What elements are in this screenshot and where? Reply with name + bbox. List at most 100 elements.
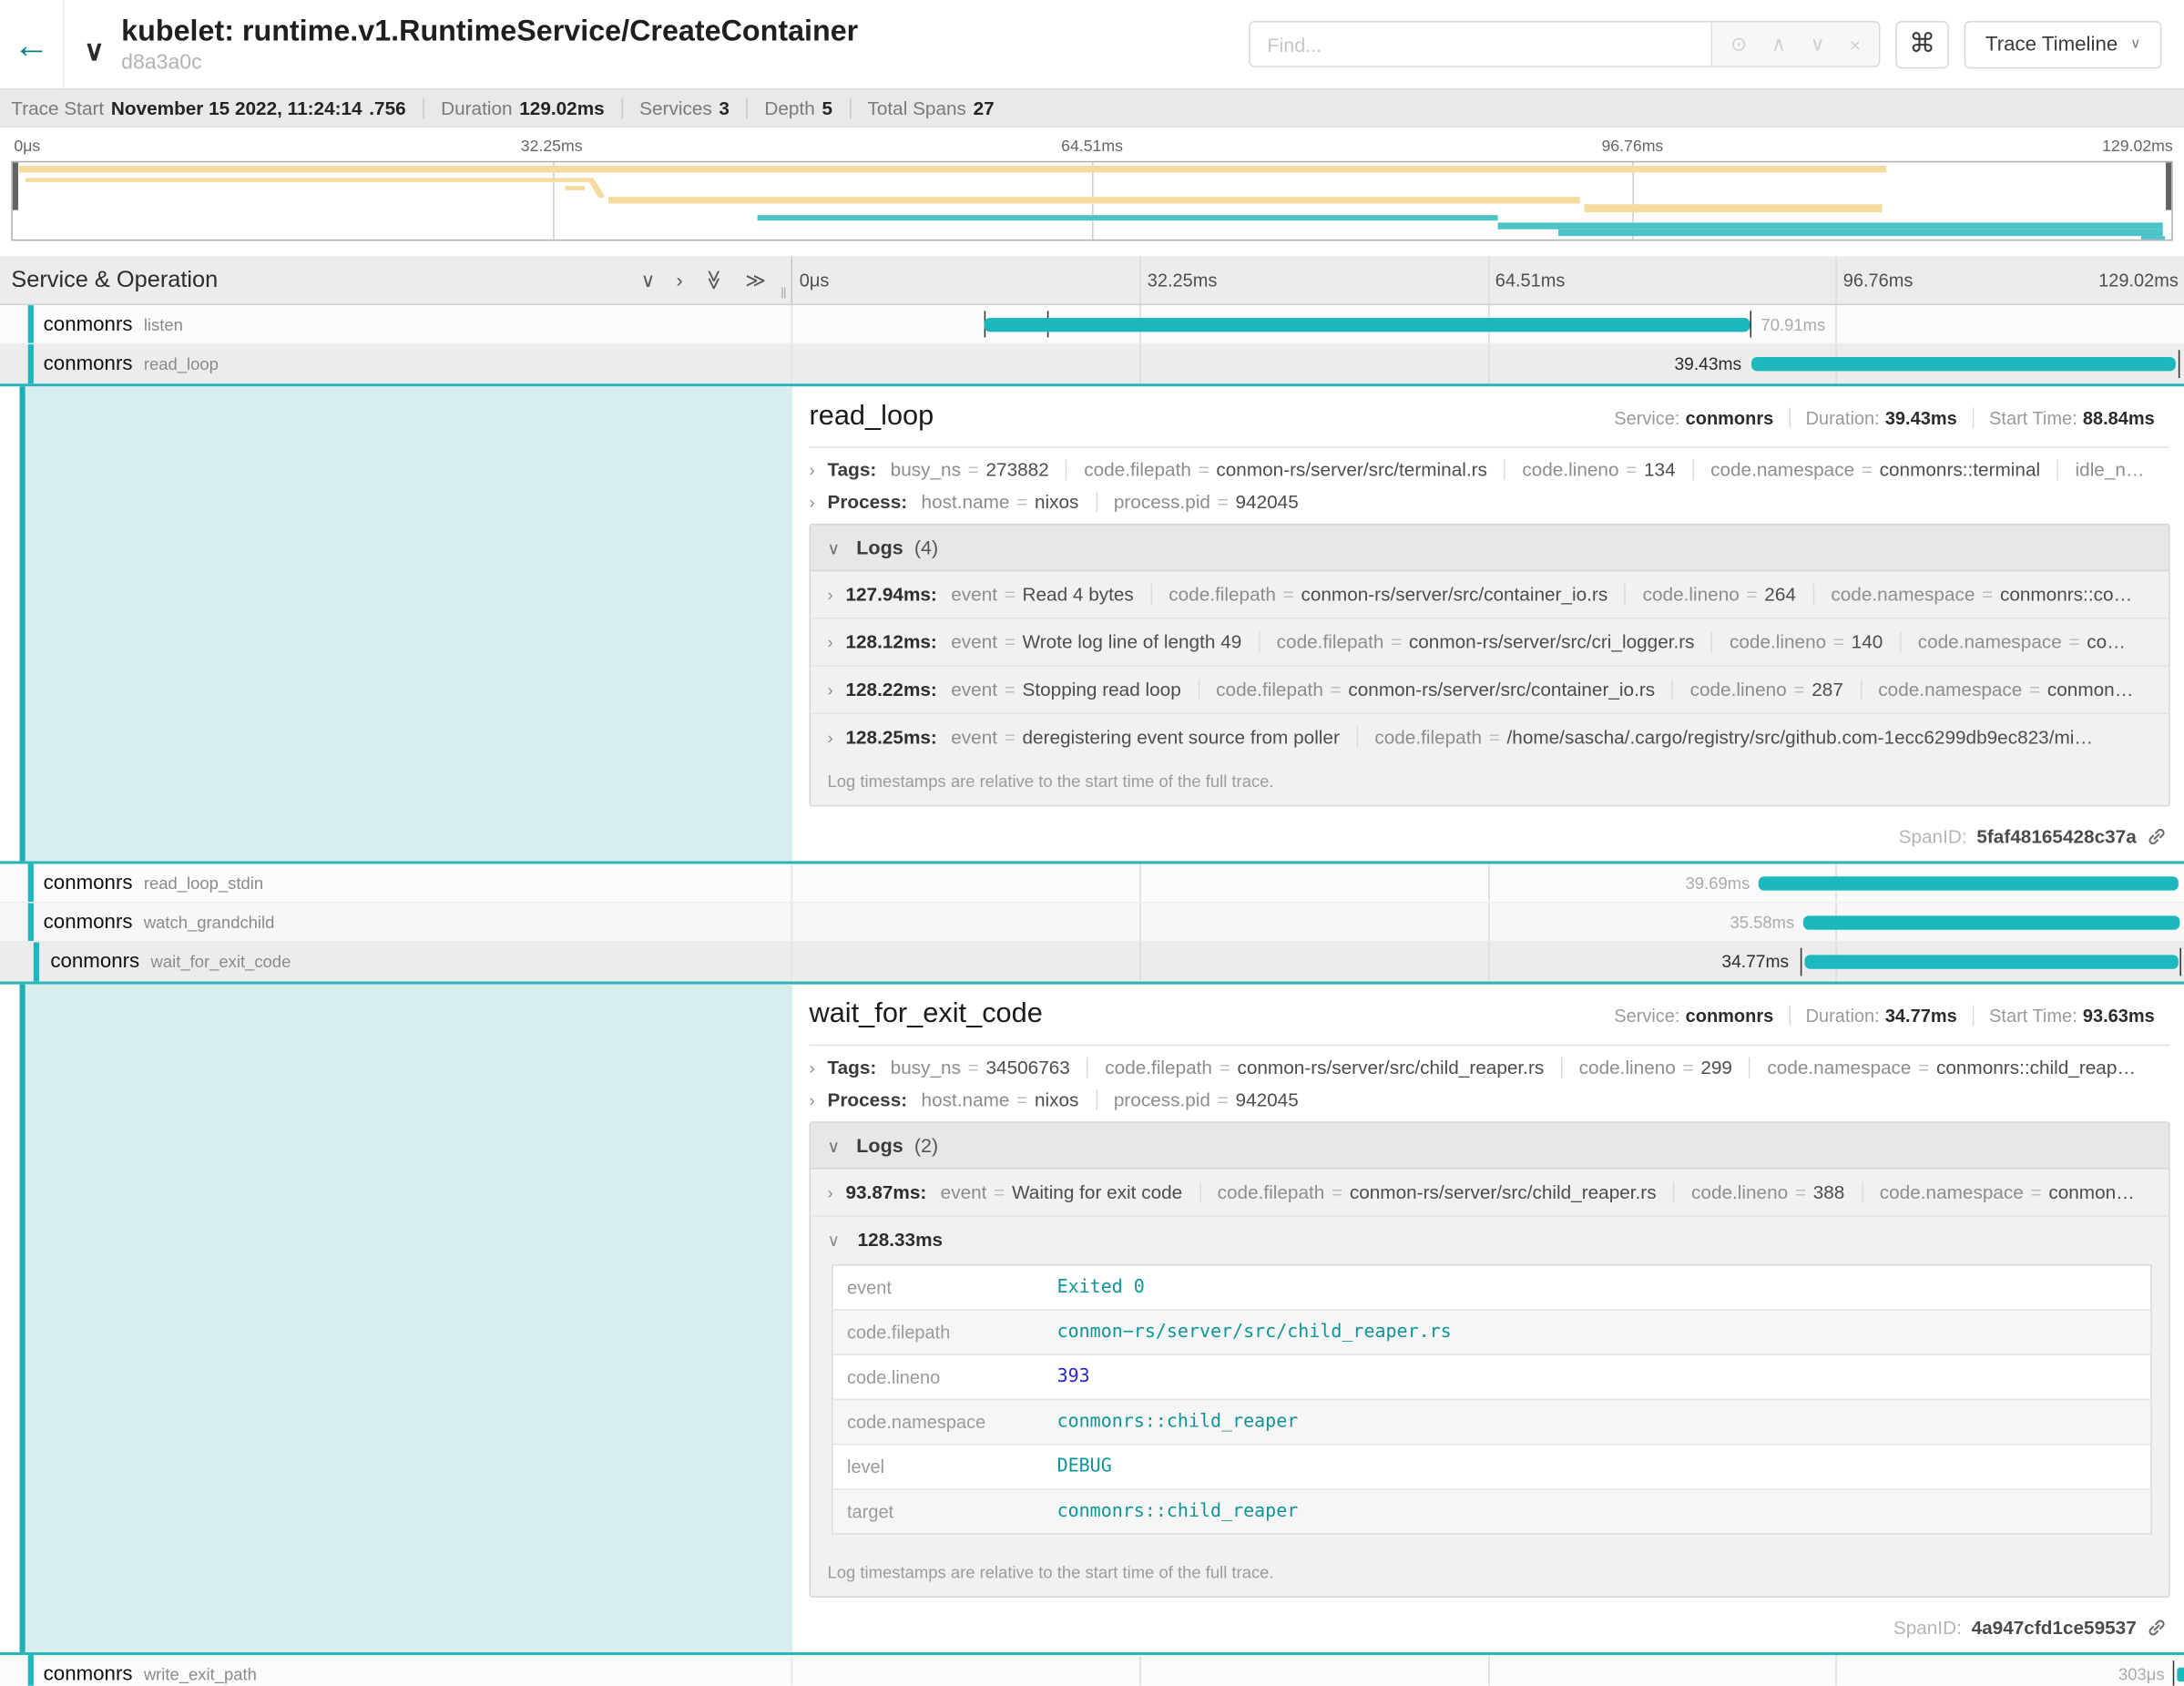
minimap-scrubber-right[interactable] [2166,162,2171,209]
span-timeline-cell: 39.43ms [792,344,2184,383]
table-row: code.filepath conmon−rs/server/src/child… [833,1309,2151,1354]
find-target-icon[interactable]: ⊙ [1730,32,1747,56]
log-entry[interactable]: › 127.94ms: eventRead 4 bytes code.filep… [811,571,2169,618]
span-name-cell[interactable]: conmonrs write_exit_path [0,1655,792,1686]
log-entry-expanded-header[interactable]: ∨ 128.33ms [811,1217,2169,1253]
log-entry[interactable]: › 128.25ms: eventderegistering event sou… [811,712,2169,760]
collapse-one-icon[interactable]: ∨ [641,271,656,291]
span-bar-write-exit-path[interactable] [2177,1667,2184,1681]
span-duration-label: 39.43ms [1674,354,1741,374]
span-duration-label: 39.69ms [1686,873,1750,893]
process-kv: host.namenixos [922,1089,1096,1110]
span-bar-watch-grandchild[interactable] [1802,915,2179,929]
trace-start: Trace StartNovember 15 2022, 11:24:14.75… [11,97,423,118]
log-entry[interactable]: › 128.12ms: eventWrote log line of lengt… [811,618,2169,665]
chevron-right-icon: › [810,492,815,512]
span-row-wait-for-exit-code: conmonrs wait_for_exit_code 34.77ms [0,943,2184,982]
expand-all-icon[interactable]: ≫ [745,271,766,291]
service-color-bar [34,943,39,982]
collapse-all-icon[interactable]: ≫ [704,270,724,291]
title-collapse-icon[interactable]: ∨ [84,34,105,68]
span-name-cell[interactable]: conmonrs watch_grandchild [0,903,792,941]
find-prev-icon[interactable]: ∧ [1771,32,1786,56]
chevron-down-icon: ∨ [827,1231,840,1251]
find-clear-icon[interactable]: × [1849,33,1861,56]
trace-total-spans: Total Spans27 [849,97,1011,118]
table-row: code.lineno 393 [833,1354,2151,1398]
span-bar-read-loop-stdin[interactable] [1758,876,2178,890]
span-timeline-cell: 70.91ms [792,305,2184,343]
deep-link-icon[interactable] [2147,1617,2168,1638]
minimap-canvas[interactable] [11,161,2172,241]
trace-page: ← ∨ kubelet: runtime.v1.RuntimeService/C… [0,0,2184,1686]
chevron-right-icon: › [810,1058,815,1078]
span-name-cell[interactable]: conmonrs read_loop [0,344,792,383]
span-timeline-cell: 39.69ms [792,863,2184,902]
detail-span-name: wait_for_exit_code [810,998,1043,1030]
tag-kv: code.namespaceconmonrs::terminal [1692,459,2056,480]
tags-row[interactable]: › Tags: busy_ns34506763 code.filepathcon… [810,1058,2170,1078]
span-name-cell[interactable]: conmonrs listen [0,305,792,343]
span-timeline-cell: 34.77ms [792,943,2184,982]
detail-tree-offset [20,985,793,1652]
chevron-right-icon: › [827,585,832,605]
service-color-bar [28,863,34,902]
span-timeline-cell: 35.58ms [792,903,2184,941]
span-bar-wait-for-exit-code[interactable] [1804,955,2179,968]
expand-one-icon[interactable]: › [676,271,682,291]
tag-kv: code.lineno134 [1504,459,1692,480]
span-row-write-exit-path: conmonrs write_exit_path 303μs [0,1655,2184,1686]
detail-meta: Service:conmonrs Duration:39.43ms Start … [1598,407,2169,428]
table-row: code.namespace conmonrs::child_reaper [833,1399,2151,1444]
detail-header: read_loop Service:conmonrs Duration:39.4… [810,398,2170,439]
column-resize-grip[interactable]: ‖ [781,286,787,302]
process-row[interactable]: › Process: host.namenixos process.pid942… [810,1089,2170,1110]
span-name-cell[interactable]: conmonrs read_loop_stdin [0,863,792,902]
detail-header: wait_for_exit_code Service:conmonrs Dura… [810,996,2170,1037]
service-color-bar [28,903,34,941]
span-duration-label: 303μs [2118,1664,2165,1684]
chevron-down-icon: ∨ [827,539,840,559]
span-bar-listen[interactable] [985,317,1750,331]
span-tick [1750,311,1751,337]
trace-summary-bar: Trace StartNovember 15 2022, 11:24:14.75… [0,88,2184,128]
tags-row[interactable]: › Tags: busy_ns273882 code.filepathconmo… [810,459,2170,480]
detail-duration: Duration:34.77ms [1789,1006,1972,1027]
back-button[interactable]: ← [0,0,65,88]
span-tick [2179,350,2180,378]
process-row[interactable]: › Process: host.namenixos process.pid942… [810,492,2170,513]
find-next-icon[interactable]: ∨ [1811,32,1825,56]
detail-tree-offset [20,386,793,861]
find-input[interactable] [1250,23,1711,66]
detail-service: Service:conmonrs [1598,1006,1789,1027]
chevron-right-icon: › [827,632,832,652]
logs-footnote: Log timestamps are relative to the start… [811,761,2169,805]
table-row: event Exited 0 [833,1266,2151,1310]
span-row-read-loop-stdin: conmonrs read_loop_stdin 39.69ms [0,863,2184,903]
view-dropdown-button[interactable]: Trace Timeline ∨ [1965,20,2162,67]
service-color-bar [28,1655,34,1686]
view-dropdown-label: Trace Timeline [1985,33,2118,56]
span-bar-read-loop[interactable] [1751,357,2176,371]
trace-services: Services3 [621,97,746,118]
span-detail-read-loop: read_loop Service:conmonrs Duration:39.4… [0,383,2184,863]
span-duration-label: 34.77ms [1721,952,1789,972]
detail-meta: Service:conmonrs Duration:34.77ms Start … [1598,1006,2169,1027]
logs-header[interactable]: ∨ Logs (4) [811,525,2169,571]
top-bar: ← ∨ kubelet: runtime.v1.RuntimeService/C… [0,0,2184,88]
deep-link-icon[interactable] [2147,826,2168,847]
log-entry[interactable]: › 128.22ms: eventStopping read loop code… [811,665,2169,712]
title-block: kubelet: runtime.v1.RuntimeService/Creat… [121,15,858,74]
span-name-cell[interactable]: conmonrs wait_for_exit_code [0,943,792,982]
keyboard-shortcuts-button[interactable]: ⌘ [1896,20,1949,67]
trace-id: d8a3a0c [121,50,858,74]
detail-service: Service:conmonrs [1598,407,1789,428]
logs-header[interactable]: ∨ Logs (2) [811,1123,2169,1170]
minimap-scrubber-left[interactable] [13,162,18,209]
span-tick [2179,948,2181,976]
span-duration-label: 70.91ms [1761,314,1826,334]
span-row-listen: conmonrs listen 70.91ms [0,305,2184,344]
tag-kv: code.lineno299 [1561,1058,1750,1078]
tag-kv-truncated: idle_n… [2057,459,2162,480]
log-entry[interactable]: › 93.87ms: eventWaiting for exit code co… [811,1170,2169,1216]
